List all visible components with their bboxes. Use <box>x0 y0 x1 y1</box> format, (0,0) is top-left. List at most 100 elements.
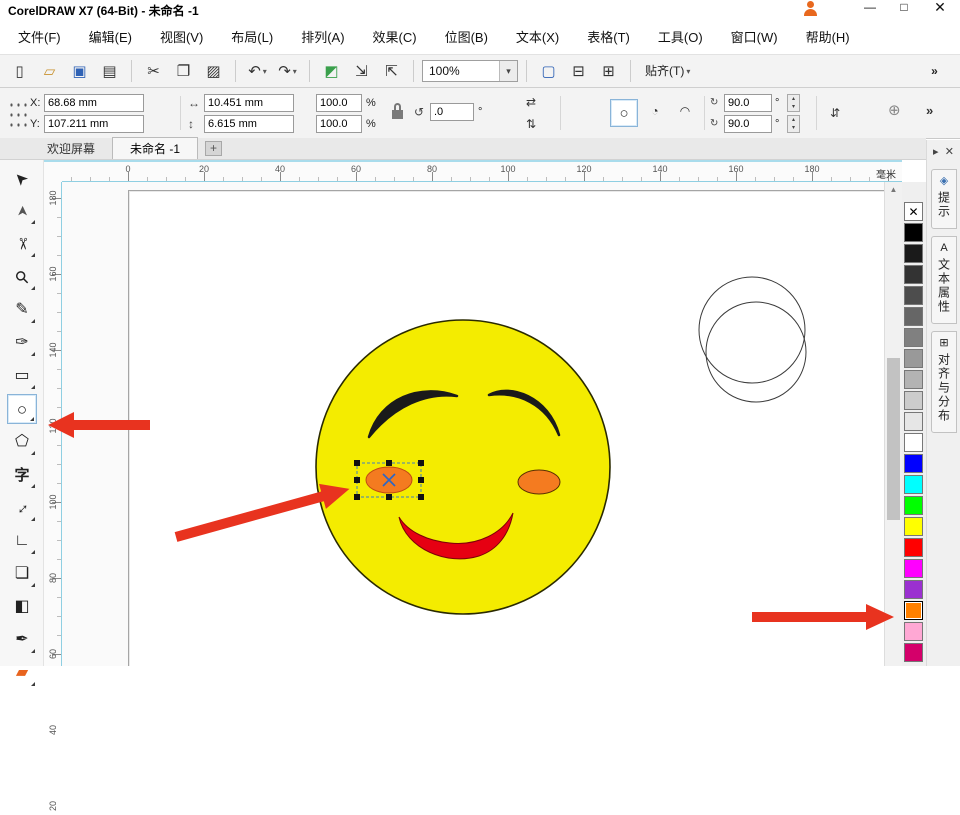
menu-item[interactable]: 布局(L) <box>217 27 287 46</box>
drawing-page[interactable] <box>128 190 884 666</box>
color-swatch[interactable] <box>904 223 923 242</box>
text-tool[interactable]: 字 <box>7 460 37 490</box>
redo-button[interactable]: ↷▾ <box>274 58 301 84</box>
end-angle-spinner[interactable]: ▴▾ <box>787 115 800 133</box>
color-swatch[interactable] <box>904 454 923 473</box>
color-swatch[interactable] <box>904 559 923 578</box>
export-button[interactable]: ⇱ <box>378 58 405 84</box>
menu-item[interactable]: 窗口(W) <box>717 27 792 46</box>
show-rulers-button[interactable]: ⊟ <box>565 58 592 84</box>
color-swatch[interactable] <box>904 349 923 368</box>
docker-expand-button[interactable]: ▸ <box>933 145 939 158</box>
docker-close-button[interactable]: ✕ <box>945 145 954 158</box>
color-swatch[interactable] <box>904 517 923 536</box>
arc-mode-button[interactable]: ◠ <box>674 102 696 120</box>
pie-mode-button[interactable]: ◔ <box>644 102 666 120</box>
dimension-tool[interactable]: ↔ <box>7 493 37 523</box>
color-swatch[interactable] <box>904 307 923 326</box>
paste-button[interactable]: ▨ <box>200 58 227 84</box>
menu-item[interactable]: 帮助(H) <box>792 27 864 46</box>
shape-tool[interactable]: ➤ <box>7 196 37 226</box>
vertical-scrollbar[interactable]: ▲ <box>884 182 902 666</box>
color-swatch[interactable] <box>904 370 923 389</box>
freehand-tool[interactable]: ✎ <box>7 295 37 325</box>
account-icon[interactable] <box>803 1 818 16</box>
menu-item[interactable]: 排列(A) <box>287 27 358 46</box>
docker-tab-hints[interactable]: ◈提示 <box>931 169 957 229</box>
rectangle-tool[interactable]: ▭ <box>7 361 37 391</box>
vertical-ruler[interactable]: 18016014012010080604020 <box>44 182 62 666</box>
rotation-angle-input[interactable] <box>430 103 474 121</box>
color-swatch[interactable] <box>904 244 923 263</box>
zoom-tool[interactable]: ⚲ <box>7 262 37 292</box>
x-position-input[interactable] <box>44 94 144 112</box>
tab-untitled-1[interactable]: 未命名 -1 <box>112 137 198 159</box>
maximize-button[interactable]: □ <box>890 0 918 16</box>
undo-button[interactable]: ↶▾ <box>244 58 271 84</box>
show-grid-button[interactable]: ⊞ <box>595 58 622 84</box>
scroll-up-button[interactable]: ▲ <box>885 182 902 198</box>
ellipse-tool[interactable]: ○ <box>7 394 37 424</box>
mirror-vertical-button[interactable]: ⇅ <box>520 115 542 133</box>
menu-item[interactable]: 工具(O) <box>644 27 717 46</box>
color-swatch[interactable] <box>904 538 923 557</box>
copy-button[interactable]: ❐ <box>170 58 197 84</box>
menu-item[interactable]: 编辑(E) <box>75 27 146 46</box>
connector-tool[interactable]: ∟ <box>7 526 37 556</box>
import-button[interactable]: ⇲ <box>348 58 375 84</box>
new-document-tab-button[interactable]: + <box>205 141 222 156</box>
object-height-input[interactable] <box>204 115 294 133</box>
object-width-input[interactable] <box>204 94 294 112</box>
docker-tab-align-distribute[interactable]: ⊞对齐与分布 <box>931 331 957 433</box>
drawing-canvas[interactable] <box>62 182 884 666</box>
color-swatch[interactable] <box>904 496 923 515</box>
menu-item[interactable]: 视图(V) <box>146 27 217 46</box>
color-swatch[interactable] <box>904 622 923 641</box>
ellipse-mode-button[interactable]: ○ <box>610 99 638 127</box>
eyedropper-tool[interactable]: ✒ <box>7 625 37 655</box>
cut-button[interactable]: ✂ <box>140 58 167 84</box>
property-bar-overflow-button[interactable]: » <box>926 103 933 118</box>
zoom-level-combobox[interactable]: 100%▾ <box>422 60 518 82</box>
polygon-tool[interactable]: ⬠ <box>7 427 37 457</box>
snap-to-button[interactable]: 贴齐(T)▾ <box>639 58 696 84</box>
drop-shadow-tool[interactable]: ❏ <box>7 559 37 589</box>
y-position-input[interactable] <box>44 115 144 133</box>
search-content-button[interactable]: ◩ <box>318 58 345 84</box>
new-document-button[interactable]: ▯ <box>6 58 33 84</box>
scrollbar-thumb[interactable] <box>887 358 900 520</box>
menu-item[interactable]: 文本(X) <box>502 27 573 46</box>
menu-item[interactable]: 位图(B) <box>431 27 502 46</box>
color-swatch[interactable] <box>904 328 923 347</box>
full-screen-preview-button[interactable]: ▢ <box>535 58 562 84</box>
horizontal-ruler[interactable]: 毫米 020406080100120140160180 <box>62 160 902 182</box>
minimize-button[interactable]: — <box>856 0 884 16</box>
scale-x-input[interactable] <box>316 94 362 112</box>
open-button[interactable]: ▱ <box>36 58 63 84</box>
color-swatch[interactable] <box>904 601 923 620</box>
start-angle-input[interactable] <box>724 94 772 112</box>
menu-item[interactable]: 表格(T) <box>573 27 644 46</box>
color-swatch[interactable]: ✕ <box>904 202 923 221</box>
color-swatch[interactable] <box>904 475 923 494</box>
lock-ratio-button[interactable] <box>390 101 406 123</box>
mirror-horizontal-button[interactable]: ⇄ <box>520 93 542 111</box>
start-angle-spinner[interactable]: ▴▾ <box>787 94 800 112</box>
pick-tool[interactable]: ➤ <box>7 163 37 193</box>
save-button[interactable]: ▣ <box>66 58 93 84</box>
menu-item[interactable]: 文件(F) <box>4 27 75 46</box>
color-swatch[interactable] <box>904 580 923 599</box>
transparency-tool[interactable]: ◧ <box>7 592 37 622</box>
print-button[interactable]: ▤ <box>96 58 123 84</box>
artistic-media-tool[interactable]: ✑ <box>7 328 37 358</box>
interactive-fill-tool[interactable]: ▰ <box>7 658 37 688</box>
object-origin-selector[interactable] <box>6 98 27 127</box>
color-swatch[interactable] <box>904 391 923 410</box>
crop-tool[interactable]: ✂ <box>7 229 37 259</box>
color-swatch[interactable] <box>904 265 923 284</box>
docker-tab-text-properties[interactable]: A文本属性 <box>931 236 957 324</box>
end-angle-input[interactable] <box>724 115 772 133</box>
color-swatch[interactable] <box>904 412 923 431</box>
color-swatch[interactable] <box>904 643 923 662</box>
scale-y-input[interactable] <box>316 115 362 133</box>
